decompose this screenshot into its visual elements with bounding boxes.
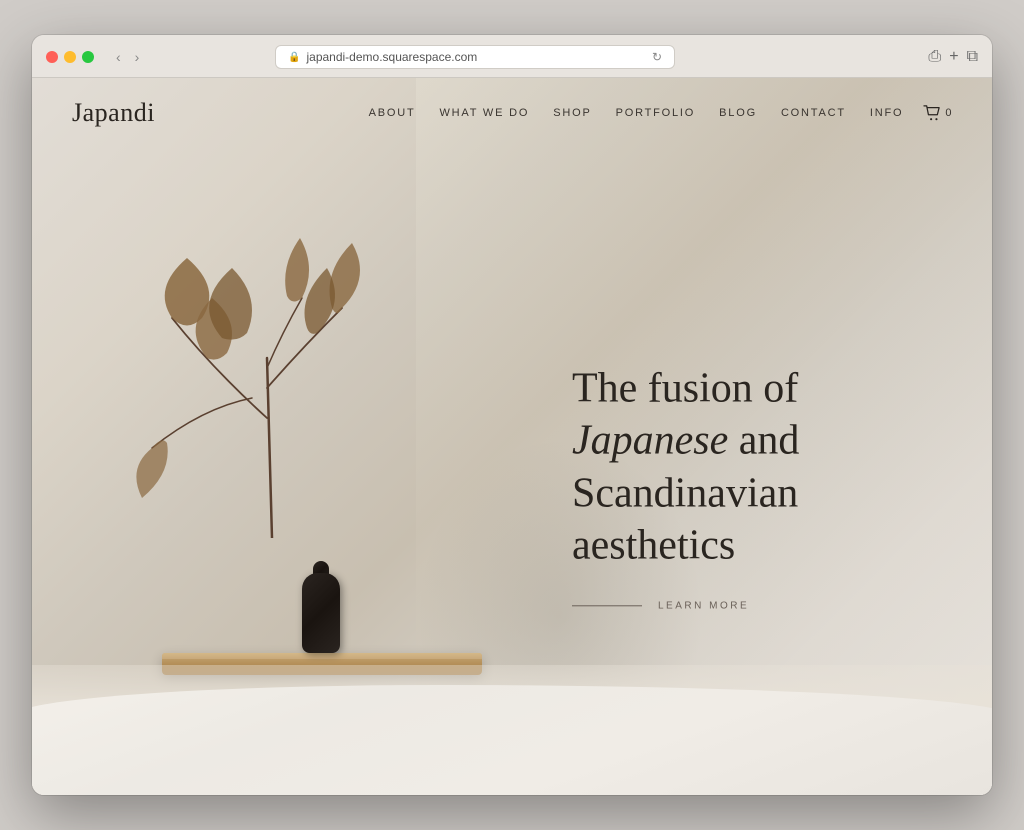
address-bar[interactable]: 🔒 japandi-demo.squarespace.com ↻ xyxy=(275,45,675,69)
nav-portfolio[interactable]: PORTFOLIO xyxy=(616,107,696,119)
new-tab-button[interactable]: + xyxy=(949,48,958,66)
hero-heading-italic: Japanese xyxy=(572,417,728,463)
duplicate-button[interactable]: ⧉ xyxy=(967,48,978,66)
refresh-icon: ↻ xyxy=(652,50,662,64)
vase-body xyxy=(302,573,340,653)
forward-button[interactable]: › xyxy=(131,47,144,67)
browser-actions: ⎙ + ⧉ xyxy=(928,48,978,66)
nav-blog[interactable]: BLOG xyxy=(719,107,757,119)
cart-count: 0 xyxy=(945,107,952,119)
back-button[interactable]: ‹ xyxy=(112,47,125,67)
hero-text-block: The fusion of Japanese and Scandinavian … xyxy=(572,362,932,611)
cart-button[interactable]: 0 xyxy=(923,105,952,121)
browser-chrome: ‹ › 🔒 japandi-demo.squarespace.com ↻ ⎙ +… xyxy=(32,35,992,78)
browser-window: ‹ › 🔒 japandi-demo.squarespace.com ↻ ⎙ +… xyxy=(32,35,992,795)
nav-info[interactable]: INFO xyxy=(870,107,903,119)
bed-area xyxy=(32,665,992,795)
maximize-button[interactable] xyxy=(82,51,94,63)
site-logo[interactable]: Japandi xyxy=(72,98,155,128)
hero-heading: The fusion of Japanese and Scandinavian … xyxy=(572,362,932,572)
bed-fabric xyxy=(32,685,992,795)
learn-more-line xyxy=(572,605,642,606)
nav-about[interactable]: ABOUT xyxy=(369,107,416,119)
nav-what-we-do[interactable]: WHAT WE DO xyxy=(440,107,530,119)
learn-more-button[interactable]: LEARN MORE xyxy=(572,600,932,611)
shelf-area xyxy=(112,395,532,675)
hero-heading-normal: The fusion of xyxy=(572,365,798,411)
browser-controls: ‹ › xyxy=(112,47,143,67)
minimize-button[interactable] xyxy=(64,51,76,63)
nav-shop[interactable]: SHOP xyxy=(553,107,591,119)
close-button[interactable] xyxy=(46,51,58,63)
lock-icon: 🔒 xyxy=(288,52,300,63)
website-content: Japandi ABOUT WHAT WE DO SHOP PORTFOLIO … xyxy=(32,78,992,795)
url-text: japandi-demo.squarespace.com xyxy=(306,50,477,64)
share-button[interactable]: ⎙ xyxy=(928,48,941,66)
nav-links: ABOUT WHAT WE DO SHOP PORTFOLIO BLOG CON… xyxy=(369,107,904,119)
traffic-lights xyxy=(46,51,94,63)
learn-more-label: LEARN MORE xyxy=(658,600,749,611)
site-navigation: Japandi ABOUT WHAT WE DO SHOP PORTFOLIO … xyxy=(32,78,992,148)
cart-icon xyxy=(923,105,941,121)
nav-contact[interactable]: CONTACT xyxy=(781,107,846,119)
vase xyxy=(297,553,345,653)
